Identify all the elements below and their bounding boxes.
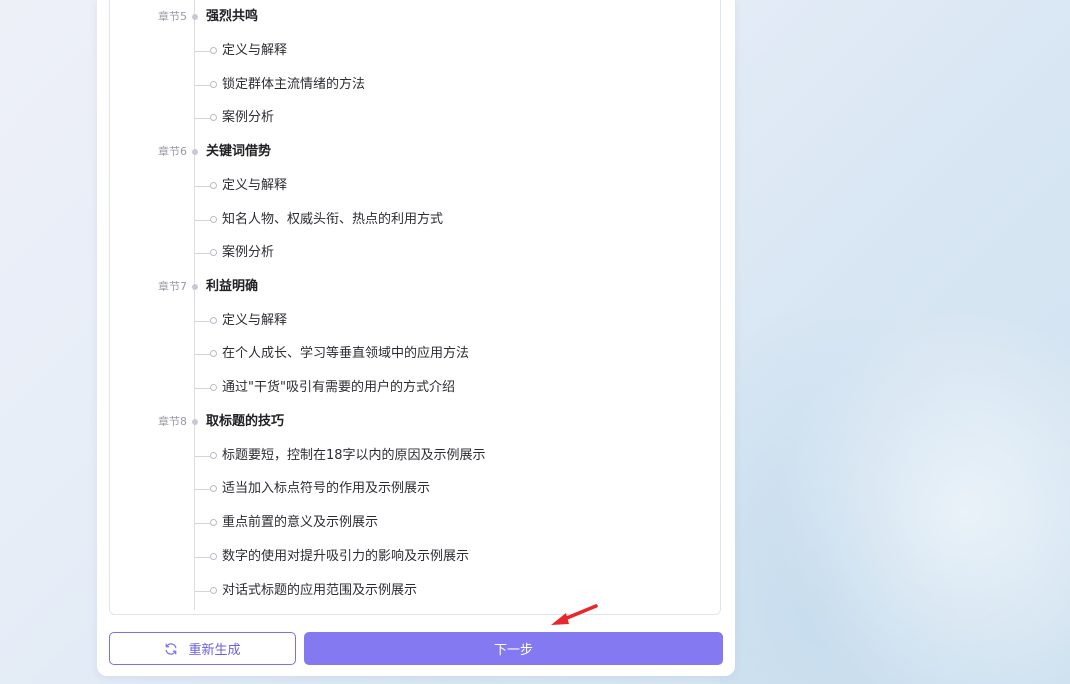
item-dot (210, 485, 217, 492)
outline-item-text: 通过"干货"吸引有需要的用户的方式介绍 (222, 380, 455, 395)
item-dot (210, 317, 217, 324)
item-dot (210, 114, 217, 121)
refresh-icon (166, 642, 177, 655)
chapter-label: 章节6 (158, 145, 187, 158)
item-dot (210, 81, 217, 88)
outline-item-text: 定义与解释 (222, 313, 288, 328)
item-dot (210, 47, 217, 54)
item-dot (210, 249, 217, 256)
chapter-dot (192, 284, 198, 290)
outline-item-text: 适当加入标点符号的作用及示例展示 (222, 481, 431, 496)
outline-item-text: 案例分析 (222, 245, 275, 260)
chapter-dot (192, 419, 198, 425)
item-dot (210, 452, 217, 459)
item-dot (210, 350, 217, 357)
item-dot (210, 216, 217, 223)
timeline-line (194, 0, 195, 610)
outline-item-text: 标题要短，控制在18字以内的原因及示例展示 (222, 448, 486, 463)
regenerate-label: 重新生成 (188, 643, 241, 658)
chapter-dot (192, 14, 198, 20)
chapter-title: 利益明确 (206, 279, 259, 294)
item-dot (210, 182, 217, 189)
regenerate-button[interactable]: 重新生成 (109, 632, 296, 665)
item-dot (210, 553, 217, 560)
annotation-arrow-icon (551, 604, 598, 625)
outline-item-text: 定义与解释 (222, 178, 288, 193)
outline-item-text: 定义与解释 (222, 43, 288, 58)
outline-item-text: 数字的使用对提升吸引力的影响及示例展示 (222, 549, 470, 564)
outline-card: 章节5 强烈共鸣 定义与解释 锁定群体主流情绪的方法 案例分析 章节6 关键词借… (97, 0, 735, 676)
outline-item-text: 锁定群体主流情绪的方法 (222, 77, 366, 92)
item-dot (210, 384, 217, 391)
chapter-label: 章节8 (158, 415, 187, 428)
chapter-dot (192, 149, 198, 155)
outline-item-text: 对话式标题的应用范围及示例展示 (222, 583, 418, 598)
outline-panel: 章节5 强烈共鸣 定义与解释 锁定群体主流情绪的方法 案例分析 章节6 关键词借… (109, 0, 721, 615)
outline-item-text: 案例分析 (222, 110, 275, 125)
chapter-label: 章节7 (158, 280, 187, 293)
outline-item-text: 重点前置的意义及示例展示 (222, 515, 379, 530)
outline-item-text: 知名人物、权威头衔、热点的利用方式 (222, 212, 444, 227)
chapter-title: 关键词借势 (206, 144, 272, 159)
chapter-title: 强烈共鸣 (206, 9, 259, 24)
item-dot (210, 519, 217, 526)
chapter-label: 章节5 (158, 10, 187, 23)
outline-item-text: 在个人成长、学习等垂直领域中的应用方法 (222, 346, 470, 361)
next-step-label: 下一步 (493, 643, 533, 658)
item-dot (210, 587, 217, 594)
background-decoration (720, 250, 1070, 684)
chapter-title: 取标题的技巧 (206, 414, 285, 429)
next-step-button[interactable]: 下一步 (304, 632, 723, 665)
